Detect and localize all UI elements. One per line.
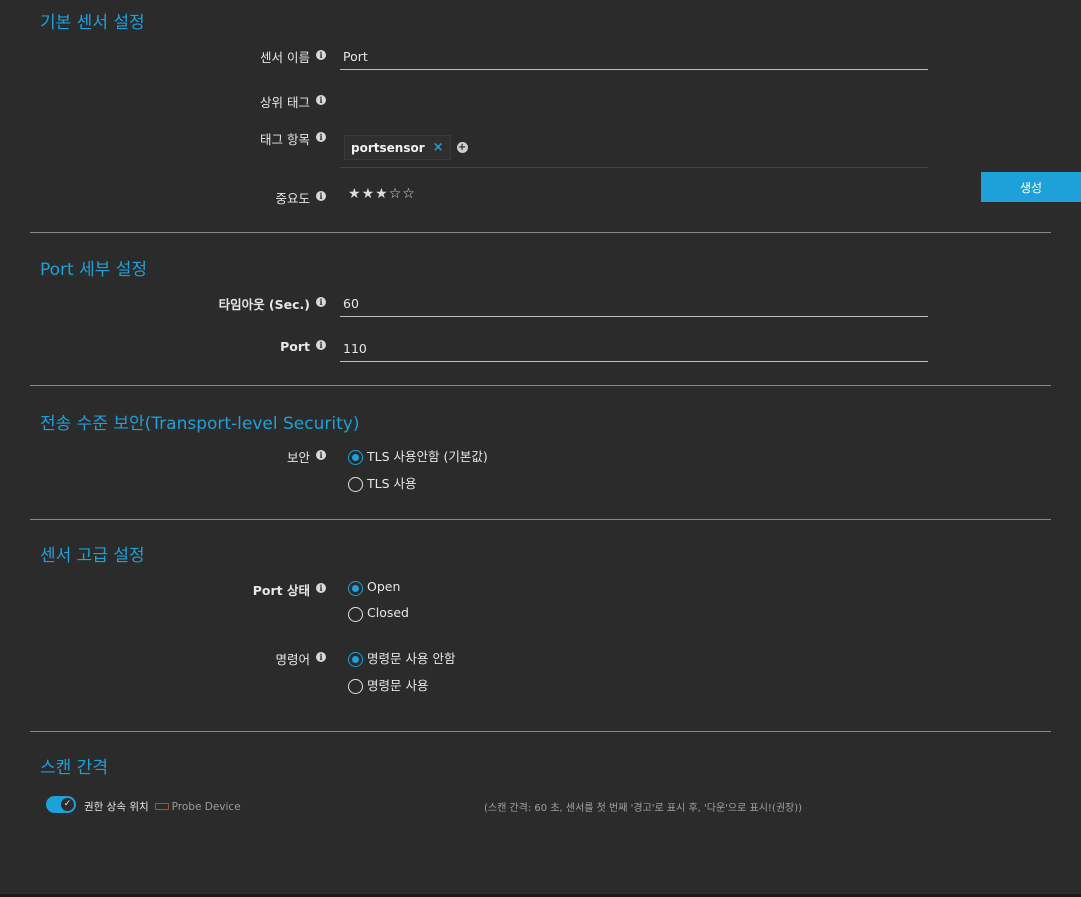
tag-chip: portsensor × xyxy=(344,135,451,160)
radio-checked-icon[interactable] xyxy=(348,652,363,667)
star-filled-icon[interactable]: ★ xyxy=(348,186,361,202)
radio-unchecked-icon[interactable] xyxy=(348,679,363,694)
star-empty-icon[interactable]: ☆ xyxy=(389,186,402,202)
command-label: 명령어 i xyxy=(275,649,326,668)
section-title-basic: 기본 센서 설정 xyxy=(40,13,145,33)
divider xyxy=(30,731,1051,732)
star-filled-icon[interactable]: ★ xyxy=(362,186,375,202)
info-icon[interactable]: i xyxy=(316,339,326,350)
info-icon[interactable]: i xyxy=(316,94,326,105)
tag-remove-icon[interactable]: × xyxy=(433,140,444,155)
radio-unchecked-icon[interactable] xyxy=(348,607,363,622)
info-icon[interactable]: i xyxy=(316,296,326,307)
command-option-none[interactable]: 명령문 사용 안함 xyxy=(348,648,455,667)
tags-label: 태그 항목 i xyxy=(260,129,326,148)
port-state-closed[interactable]: Closed xyxy=(348,605,409,622)
divider xyxy=(30,232,1051,233)
info-icon[interactable]: i xyxy=(316,449,326,460)
create-button[interactable]: 생성 xyxy=(981,172,1081,202)
security-label: 보안 i xyxy=(287,447,326,466)
command-option-use[interactable]: 명령문 사용 xyxy=(348,675,428,694)
info-icon[interactable]: i xyxy=(316,49,326,60)
star-filled-icon[interactable]: ★ xyxy=(375,186,388,202)
info-icon[interactable]: i xyxy=(316,582,326,593)
inherit-source[interactable]: Probe Device xyxy=(154,801,241,813)
timeout-input[interactable] xyxy=(340,291,928,317)
sensor-name-label: 센서 이름 i xyxy=(260,47,326,66)
star-empty-icon[interactable]: ☆ xyxy=(402,186,415,202)
priority-label: 중요도 i xyxy=(275,188,326,207)
radio-checked-icon[interactable] xyxy=(348,450,363,465)
section-title-tls: 전송 수준 보안(Transport-level Security) xyxy=(40,414,360,434)
sensor-name-input[interactable] xyxy=(340,44,928,70)
check-icon: ✓ xyxy=(60,797,75,812)
tls-option-disabled[interactable]: TLS 사용안함 (기본값) xyxy=(348,446,488,465)
port-state-label: Port 상태 i xyxy=(253,580,326,599)
info-icon[interactable]: i xyxy=(316,651,326,662)
add-tag-icon[interactable]: + xyxy=(456,142,468,153)
port-input[interactable] xyxy=(340,336,928,362)
info-icon[interactable]: i xyxy=(316,131,326,142)
timeout-label: 타임아웃 (Sec.) i xyxy=(219,294,326,313)
info-icon[interactable]: i xyxy=(316,190,326,201)
divider xyxy=(30,385,1051,386)
tag-chip-label: portsensor xyxy=(351,140,425,155)
section-title-port: Port 세부 설정 xyxy=(40,260,148,280)
divider xyxy=(30,519,1051,520)
scan-interval-note: (스캔 간격: 60 초, 센서를 첫 번째 '경고'로 표시 후, '다운'으… xyxy=(484,803,803,814)
tls-option-enabled[interactable]: TLS 사용 xyxy=(348,473,417,492)
section-title-advanced: 센서 고급 설정 xyxy=(40,546,145,566)
inherit-label: 권한 상속 위치 Probe Device xyxy=(84,800,241,814)
inherit-toggle[interactable]: ✓ xyxy=(46,796,76,813)
radio-checked-icon[interactable] xyxy=(348,581,363,596)
probe-device-icon xyxy=(154,803,169,810)
port-state-open[interactable]: Open xyxy=(348,579,400,596)
tags-input[interactable]: portsensor × + xyxy=(340,128,928,168)
section-title-scan: 스캔 간격 xyxy=(40,758,108,778)
parent-tags-label: 상위 태그 i xyxy=(260,92,326,111)
priority-stars[interactable]: ★ ★ ★ ☆ ☆ xyxy=(348,186,415,202)
port-label: Port i xyxy=(280,339,326,354)
radio-unchecked-icon[interactable] xyxy=(348,477,363,492)
